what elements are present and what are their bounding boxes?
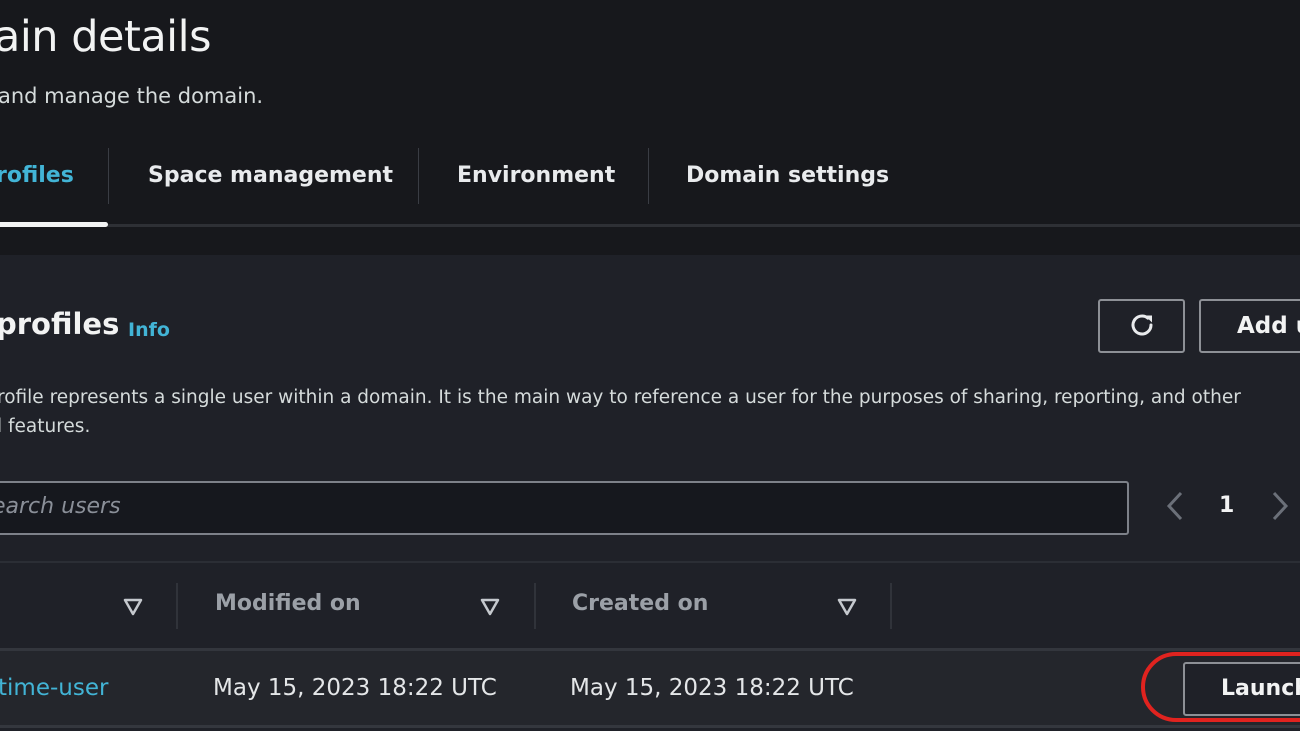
tab-user-profiles[interactable]: rofiles [0, 156, 74, 196]
tab-divider [108, 148, 109, 204]
column-header-modified-on[interactable]: Modified on [215, 591, 361, 616]
refresh-button[interactable] [1098, 299, 1185, 353]
created-on-cell: May 15, 2023 18:22 UTC [570, 675, 854, 701]
tab-divider [648, 148, 649, 204]
sort-icon[interactable] [837, 598, 857, 616]
next-page-button[interactable] [1268, 491, 1292, 525]
search-users-input[interactable] [0, 481, 1129, 535]
tabs-baseline [0, 224, 1300, 227]
column-divider [890, 583, 892, 629]
chevron-left-icon [1165, 490, 1185, 526]
page-subtitle: and manage the domain. [0, 84, 264, 108]
description-line-2: l features. [0, 416, 91, 437]
table-row-border [0, 725, 1300, 728]
table-top-border [0, 561, 1300, 563]
previous-page-button[interactable] [1163, 491, 1187, 525]
column-header-created-on[interactable]: Created on [572, 591, 708, 616]
chevron-right-icon [1270, 490, 1290, 526]
description-line-1: rofile represents a single user within a… [0, 387, 1241, 408]
column-divider [176, 583, 178, 629]
user-name-link[interactable]: time-user [0, 675, 108, 701]
launch-button[interactable]: Launch [1183, 662, 1300, 716]
tab-bar: rofiles Space management Environment Dom… [0, 140, 1300, 228]
refresh-icon [1126, 309, 1158, 344]
info-link[interactable]: Info [128, 319, 170, 341]
tab-environment[interactable]: Environment [457, 156, 615, 196]
page-title: ain details [0, 12, 211, 62]
add-user-button[interactable]: Add u [1199, 299, 1300, 353]
section-title: profiles [0, 307, 120, 341]
column-divider [534, 583, 536, 629]
sort-icon[interactable] [123, 598, 143, 616]
tab-space-management[interactable]: Space management [148, 156, 393, 196]
tab-divider [418, 148, 419, 204]
tab-domain-settings[interactable]: Domain settings [686, 156, 889, 196]
active-tab-indicator [0, 222, 108, 227]
user-profiles-container: profiles Info Add u rofile represents a … [0, 255, 1300, 731]
current-page-number[interactable]: 1 [1219, 493, 1234, 518]
modified-on-cell: May 15, 2023 18:22 UTC [213, 675, 497, 701]
page: ain details and manage the domain. rofil… [0, 0, 1300, 731]
section-description: rofile represents a single user within a… [0, 383, 1300, 441]
sort-icon[interactable] [480, 598, 500, 616]
